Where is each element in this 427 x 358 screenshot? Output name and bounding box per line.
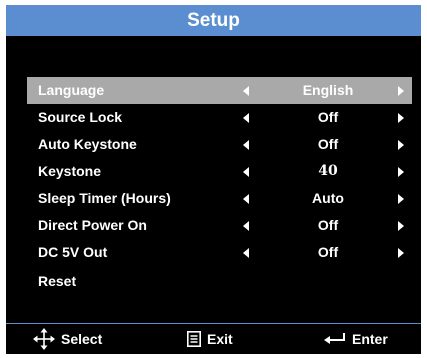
hint-exit-label: Exit	[207, 331, 233, 347]
menu-item-value: 40	[318, 163, 338, 179]
menu-item-label: Reset	[38, 273, 77, 289]
menu-title: Setup	[6, 5, 421, 36]
menu-item-dc-5v-out[interactable]: DC 5V Out Off	[27, 239, 412, 266]
menu-item-label: Auto Keystone	[38, 136, 137, 152]
menu-item-label: Source Lock	[38, 109, 123, 125]
hint-exit: Exit	[187, 324, 233, 354]
menu-item-label: DC 5V Out	[38, 244, 108, 260]
left-arrow-icon[interactable]	[243, 113, 249, 123]
menu-item-direct-power-on[interactable]: Direct Power On Off	[27, 212, 412, 239]
menu-icon	[187, 331, 201, 347]
right-arrow-icon[interactable]	[398, 140, 404, 150]
menu-item-source-lock[interactable]: Source Lock Off	[27, 104, 412, 131]
right-arrow-icon[interactable]	[398, 248, 404, 258]
four-way-arrows-icon	[33, 328, 55, 350]
menu-item-keystone[interactable]: Keystone 40	[27, 158, 412, 185]
left-arrow-icon[interactable]	[243, 167, 249, 177]
hint-select-label: Select	[61, 331, 103, 347]
menu-item-reset[interactable]: Reset	[27, 266, 412, 297]
left-arrow-icon[interactable]	[243, 221, 249, 231]
menu-item-label: Direct Power On	[38, 217, 147, 233]
left-arrow-icon[interactable]	[243, 86, 249, 96]
setup-menu: Language English Source Lock Off Auto Ke…	[27, 77, 412, 297]
menu-item-value: Auto	[312, 190, 344, 206]
right-arrow-icon[interactable]	[398, 194, 404, 204]
menu-item-language[interactable]: Language English	[27, 77, 412, 104]
right-arrow-icon[interactable]	[398, 113, 404, 123]
enter-arrow-icon	[324, 333, 345, 344]
left-arrow-icon[interactable]	[243, 194, 249, 204]
left-arrow-icon[interactable]	[243, 248, 249, 258]
menu-item-value: English	[302, 82, 354, 98]
menu-item-label: Sleep Timer (Hours)	[38, 190, 171, 206]
right-arrow-icon[interactable]	[398, 221, 404, 231]
left-arrow-icon[interactable]	[243, 140, 249, 150]
menu-item-sleep-timer[interactable]: Sleep Timer (Hours) Auto	[27, 185, 412, 212]
right-arrow-icon[interactable]	[398, 86, 404, 96]
right-arrow-icon[interactable]	[398, 167, 404, 177]
hint-select: Select	[33, 324, 102, 354]
hint-enter: Enter	[324, 324, 388, 354]
osd-window: Setup Language English Source Lock Off A…	[6, 5, 421, 354]
hint-enter-label: Enter	[352, 331, 388, 347]
menu-item-value: Off	[317, 217, 339, 233]
menu-item-value: Off	[317, 109, 339, 125]
menu-item-label: Keystone	[38, 163, 102, 179]
menu-item-auto-keystone[interactable]: Auto Keystone Off	[27, 131, 412, 158]
menu-item-label: Language	[38, 82, 105, 98]
menu-item-value: Off	[317, 244, 339, 260]
menu-item-value: Off	[317, 136, 339, 152]
footer-hints: Select Exit Enter	[6, 324, 421, 354]
